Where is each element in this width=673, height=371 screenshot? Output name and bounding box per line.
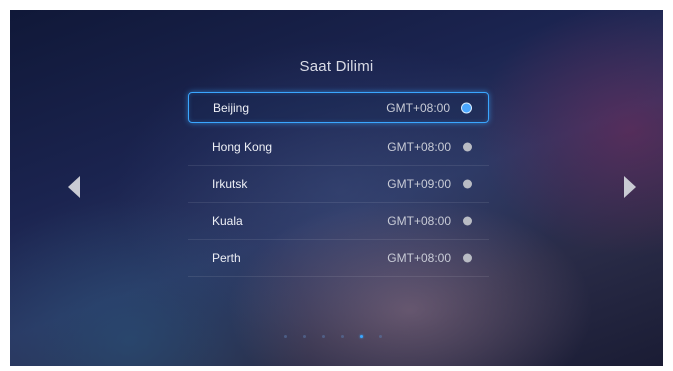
timezone-option-irkutsk[interactable]: Irkutsk GMT+09:00 [188,166,489,203]
page-dot [284,335,287,338]
timezone-option-beijing[interactable]: Beijing GMT+08:00 [188,92,489,123]
timezone-option-hong-kong[interactable]: Hong Kong GMT+08:00 [188,129,489,166]
page-title: Saat Dilimi [299,58,374,75]
timezone-offset: GMT+08:00 [387,251,451,265]
timezone-city: Irkutsk [212,177,248,191]
page-dot-active [360,335,363,338]
page-indicator [284,335,382,338]
timezone-offset: GMT+08:00 [387,140,451,154]
timezone-city: Hong Kong [212,140,273,154]
radio-unselected-icon[interactable] [463,179,472,189]
timezone-option-perth[interactable]: Perth GMT+08:00 [188,240,489,277]
timezone-city: Perth [212,251,241,265]
radio-selected-icon[interactable] [462,103,471,112]
radio-unselected-icon[interactable] [463,253,472,263]
timezone-offset: GMT+09:00 [387,177,451,191]
chevron-right-icon[interactable] [624,176,636,198]
chevron-left-icon[interactable] [68,176,80,198]
page-dot [379,335,382,338]
timezone-screen: Saat Dilimi Beijing GMT+08:00 Hong Kong … [10,10,663,366]
radio-unselected-icon[interactable] [463,142,472,152]
timezone-city: Beijing [213,100,250,115]
page-dot [322,335,325,338]
radio-unselected-icon[interactable] [463,216,472,226]
timezone-list: Beijing GMT+08:00 Hong Kong GMT+08:00 Ir… [188,92,489,277]
timezone-offset: GMT+08:00 [386,100,450,115]
timezone-city: Kuala [212,214,243,228]
timezone-offset: GMT+08:00 [387,214,451,228]
page-dot [303,335,306,338]
page-dot [341,335,344,338]
timezone-option-kuala[interactable]: Kuala GMT+08:00 [188,203,489,240]
